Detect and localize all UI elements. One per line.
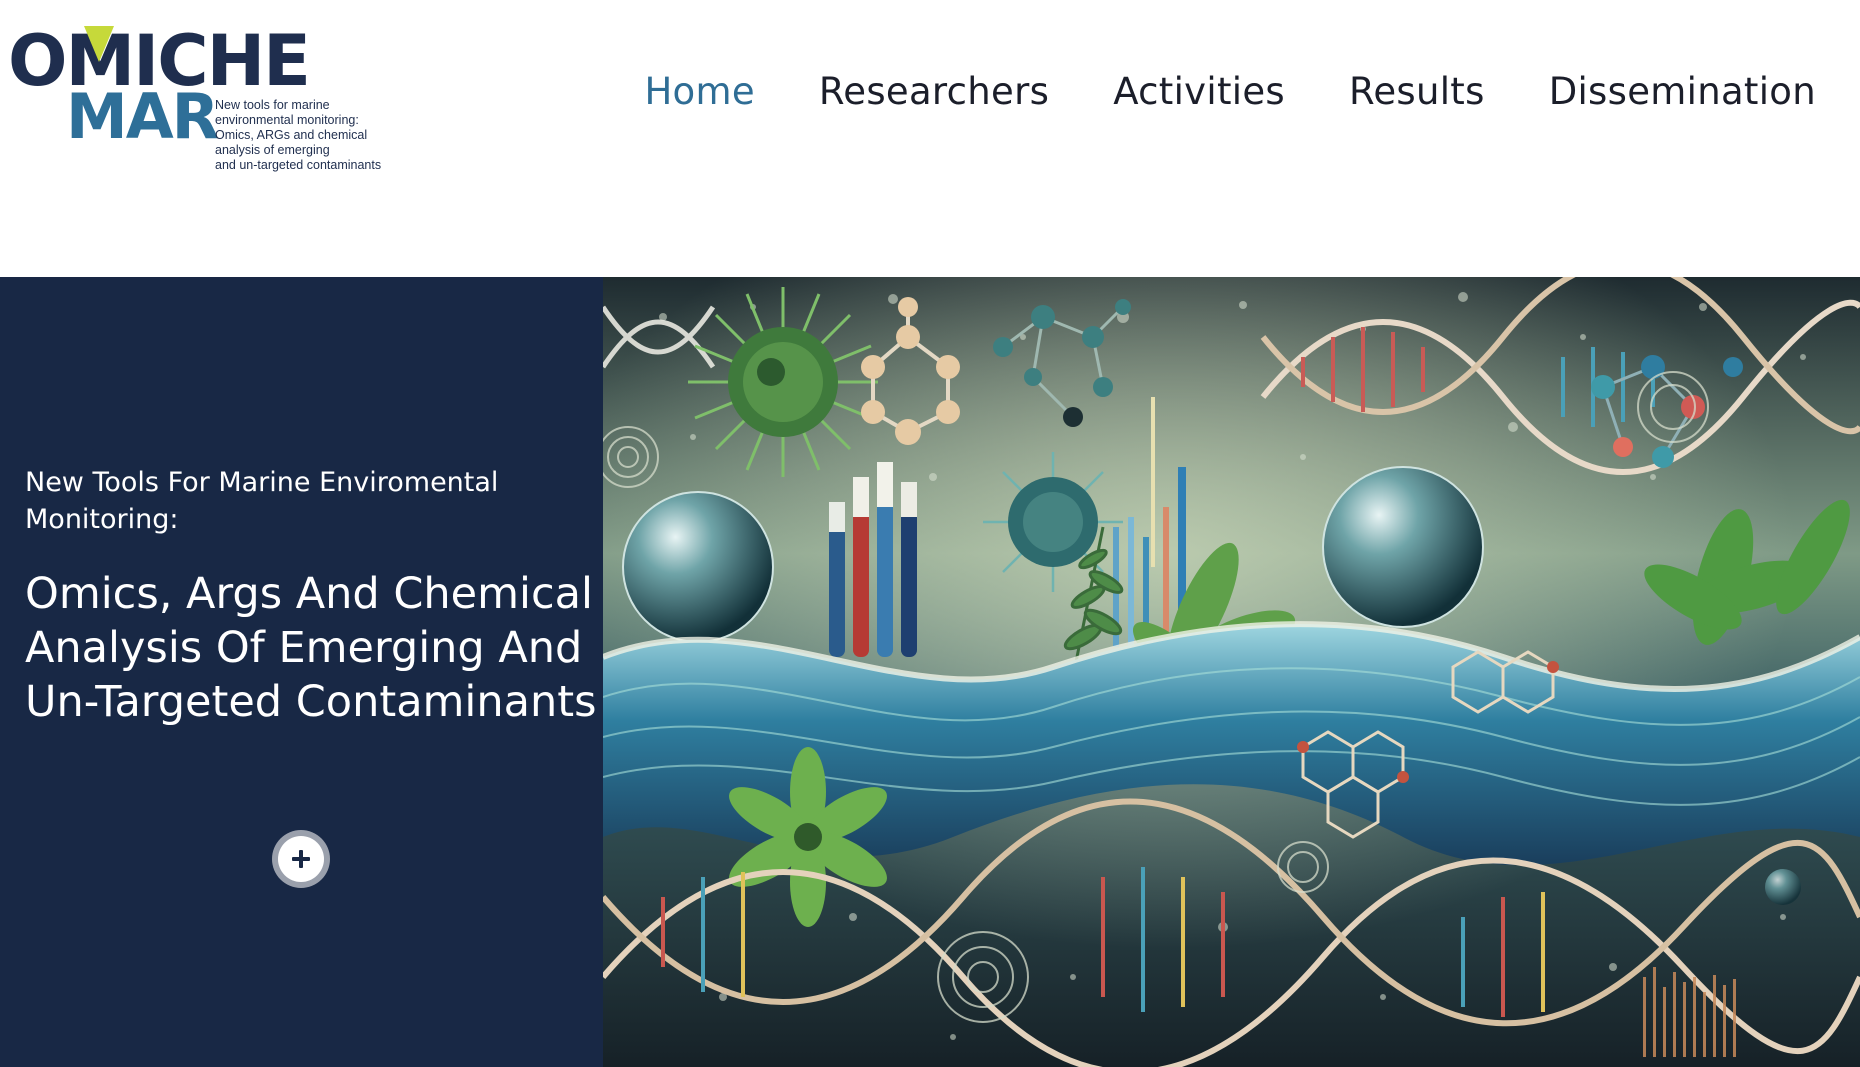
nav-item-dissemination[interactable]: Dissemination — [1549, 70, 1816, 113]
nav-item-home[interactable]: Home — [644, 70, 754, 113]
logo-tagline-line: and un-targeted contaminants — [215, 158, 382, 172]
science-collage-illustration — [603, 277, 1860, 1067]
hero-subtitle: New Tools For Marine Enviromental Monito… — [25, 467, 499, 535]
plus-icon — [292, 850, 310, 868]
logo-tagline: New tools for marine environmental monit… — [215, 98, 425, 173]
main-nav: Home Researchers Activities Results Diss… — [580, 70, 1816, 113]
hero-text-panel: New Tools For Marine Enviromental Monito… — [0, 277, 603, 1067]
logo-text-mar: MAR — [66, 80, 219, 153]
read-more-button-inner — [278, 836, 324, 882]
hero-title: Omics, Args And Chemical Analysis Of Eme… — [25, 569, 597, 727]
read-more-button[interactable] — [272, 830, 330, 888]
logo-tagline-line: analysis of emerging — [215, 143, 330, 157]
nav-item-activities[interactable]: Activities — [1113, 70, 1285, 113]
logo-tagline-line: Omics, ARGs and chemical — [215, 128, 368, 142]
site-header: OMICHE MAR New tools for marine environm… — [0, 0, 1860, 277]
site-logo[interactable]: OMICHE MAR New tools for marine environm… — [8, 26, 408, 176]
hero-image — [603, 277, 1860, 1067]
logo-tagline-line: environmental monitoring: — [215, 113, 359, 127]
hero-section: New Tools For Marine Enviromental Monito… — [0, 277, 1860, 1067]
nav-item-researchers[interactable]: Researchers — [819, 70, 1049, 113]
nav-item-results[interactable]: Results — [1349, 70, 1485, 113]
logo-tagline-line: New tools for marine — [215, 98, 330, 112]
